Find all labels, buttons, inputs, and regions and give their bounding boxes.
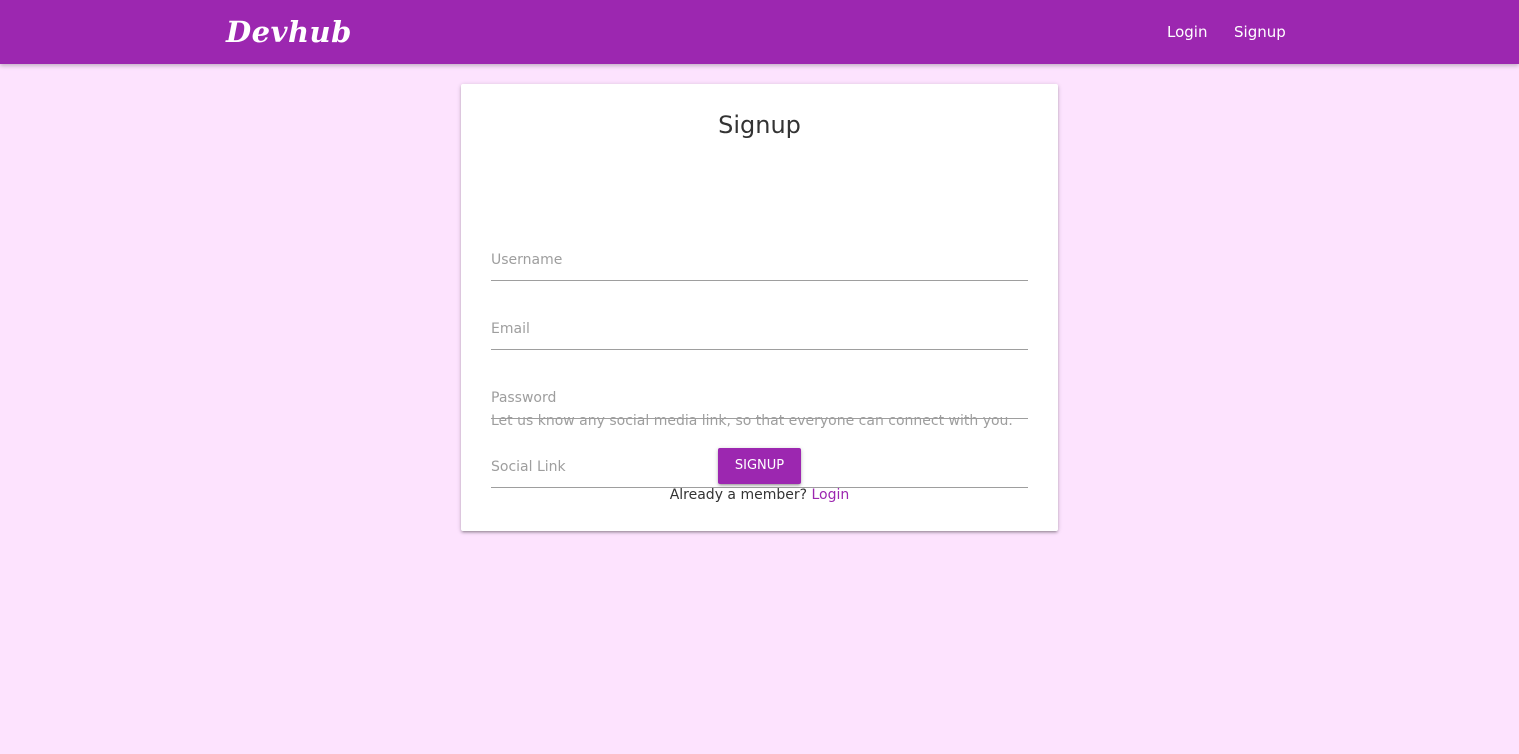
already-member-line: Already a member? Login (461, 484, 1058, 506)
signup-card: Signup Let us know any social media link… (461, 84, 1058, 531)
top-navbar: Devhub Login Signup (0, 0, 1519, 64)
username-input[interactable] (491, 240, 1028, 280)
username-field (491, 240, 1028, 281)
signup-button[interactable]: SIGNUP (718, 448, 801, 484)
login-link[interactable]: Login (812, 487, 850, 503)
social-link-helper-text: Let us know any social media link, so th… (491, 413, 1013, 429)
brand-logo[interactable]: Devhub (226, 12, 352, 52)
already-member-text: Already a member? (669, 487, 808, 503)
nav-login-link[interactable]: Login (1167, 21, 1207, 43)
email-field (491, 309, 1028, 350)
email-input[interactable] (491, 309, 1028, 349)
form-title: Signup (718, 111, 801, 139)
nav-signup-link[interactable]: Signup (1234, 21, 1286, 43)
